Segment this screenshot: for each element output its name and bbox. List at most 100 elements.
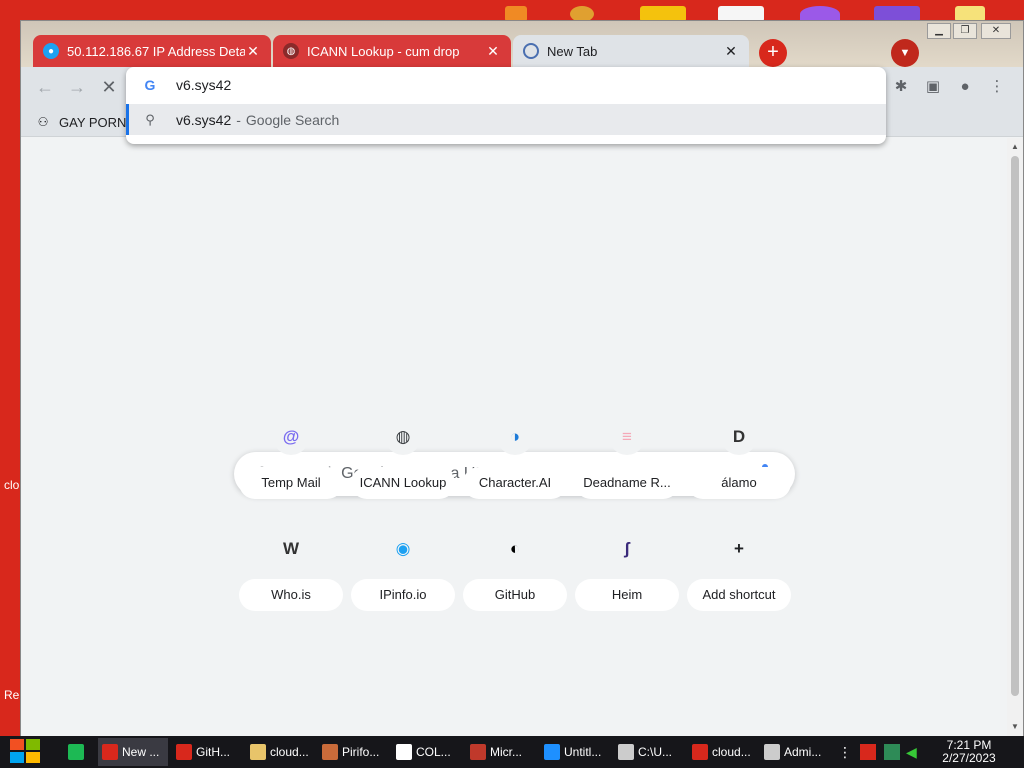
taskbar-item[interactable]: New ...	[98, 738, 168, 766]
shortcut-icon: ≡	[609, 419, 645, 455]
shortcut-icon: +	[721, 531, 757, 567]
chrome-icon	[176, 744, 192, 760]
tab-search-button[interactable]: ▼	[891, 39, 919, 67]
omnibox-dropdown: G v6.sys42 ⚲ v6.sys42 - Google Search	[126, 67, 886, 144]
desktop-label: Re	[4, 688, 20, 702]
desktop-top	[0, 0, 1024, 22]
tab-title: New Tab	[547, 43, 598, 59]
menu-icon[interactable]: ⋮	[987, 77, 1007, 97]
console-icon	[764, 744, 780, 760]
tab-new-tab[interactable]: New Tab ✕	[513, 35, 749, 67]
shortcut-icon: ʃ	[609, 531, 645, 567]
bookmark-item[interactable]: ⚇ GAY PORN	[35, 114, 127, 130]
chrome-icon	[102, 744, 118, 760]
taskbar-item-label: C:\U...	[638, 745, 673, 759]
app-icon	[544, 744, 560, 760]
shortcut-icon: ◉	[385, 531, 421, 567]
overflow-icon[interactable]: ⋮	[838, 744, 852, 760]
console-icon	[618, 744, 634, 760]
shortcut-tile[interactable]: @ Temp Mail	[239, 419, 343, 515]
tab-icann-lookup[interactable]: ◍ ICANN Lookup - cum drop ✕	[273, 35, 511, 67]
shortcut-tile[interactable]: ≡ Deadname R...	[575, 419, 679, 515]
bookmark-site-icon: ⚇	[37, 115, 49, 129]
scroll-down-icon[interactable]: ▼	[1007, 720, 1023, 734]
taskbar-item[interactable]: GitH...	[172, 738, 242, 766]
network-icon[interactable]	[884, 744, 900, 760]
taskbar-item[interactable]: Untitl...	[540, 738, 610, 766]
taskbar-item[interactable]: C:\U...	[614, 738, 684, 766]
shortcut-tile[interactable]: + Add shortcut	[687, 531, 791, 627]
scroll-thumb[interactable]	[1011, 156, 1019, 696]
shortcut-tile[interactable]: ◑ Character.AI	[463, 419, 567, 515]
close-tab-icon[interactable]: ✕	[723, 43, 739, 60]
scroll-up-icon[interactable]: ▲	[1007, 140, 1023, 154]
taskbar-item-label: COL...	[416, 745, 451, 759]
location-pin-icon: ●	[43, 43, 59, 59]
taskbar-item[interactable]: Micr...	[466, 738, 536, 766]
suggestion-engine: Google Search	[245, 111, 340, 128]
shortcut-icon: ◍	[385, 419, 421, 455]
new-tab-button[interactable]: +	[759, 39, 787, 67]
taskbar-item-label: Admi...	[784, 745, 822, 759]
shortcut-label: ICANN Lookup	[351, 467, 455, 499]
page-scrollbar[interactable]: ▲ ▼	[1007, 138, 1023, 736]
system-clock[interactable]: 7:21 PM 2/27/2023	[934, 739, 1004, 765]
taskbar-item[interactable]: cloud...	[246, 738, 314, 766]
new-tab-page: ⚲ Search Google or type a URL @Temp Mail…	[21, 138, 1023, 736]
google-g-icon: G	[144, 77, 156, 93]
shortcut-tile[interactable]: Dálamo	[687, 419, 791, 515]
close-tab-icon[interactable]: ✕	[485, 43, 501, 60]
taskbar-item[interactable]: COL...	[392, 738, 462, 766]
clock-date: 2/27/2023	[942, 751, 996, 765]
shortcut-tile[interactable]: ʃ Heim	[575, 531, 679, 627]
suggestion-query: v6.sys42	[176, 111, 232, 128]
shortcut-label: Deadname R...	[575, 467, 679, 499]
taskbar-item-label: GitH...	[196, 745, 231, 759]
shortcut-icon: @	[273, 419, 309, 455]
close-tab-icon[interactable]: ✕	[245, 43, 261, 60]
flag-icon[interactable]	[860, 744, 876, 760]
folder-icon	[250, 744, 266, 760]
shortcut-label: Heim	[575, 579, 679, 611]
shortcut-tile[interactable]: ◍ ICANN Lookup	[351, 419, 455, 515]
shortcut-label: Who.is	[239, 579, 343, 611]
search-icon: ⚲	[145, 111, 155, 127]
omnibox-input[interactable]: G v6.sys42	[126, 67, 886, 103]
side-panel-icon[interactable]: ▣	[923, 77, 943, 97]
tab-title: 50.112.186.67 IP Address Deta	[67, 43, 245, 59]
minimize-button[interactable]: ▁	[927, 23, 951, 39]
extensions-icon[interactable]: ✱	[891, 77, 911, 97]
app-icon	[692, 744, 708, 760]
desktop-label: clo	[4, 478, 20, 492]
restore-button[interactable]: ❐	[953, 23, 977, 39]
app-icon	[470, 744, 486, 760]
shortcut-tile[interactable]: W Who.is	[239, 531, 343, 627]
shortcut-icon: D	[721, 419, 757, 455]
volume-icon[interactable]: ◀	[906, 744, 922, 760]
forward-icon[interactable]: →	[67, 77, 87, 97]
back-icon[interactable]: ←	[35, 77, 55, 97]
taskbar-item[interactable]: Admi...	[760, 738, 832, 766]
taskbar-item-label: Micr...	[490, 745, 522, 759]
shortcut-label: Add shortcut	[687, 579, 791, 611]
profile-avatar-icon[interactable]: ●	[955, 77, 975, 97]
taskbar-item-label: New ...	[122, 745, 160, 759]
taskbar-item[interactable]	[64, 738, 92, 766]
shortcut-icon: ◑	[497, 419, 533, 455]
chrome-newtab-icon	[523, 43, 539, 59]
suggestion-separator: -	[236, 111, 241, 128]
omnibox-text: v6.sys42	[176, 77, 232, 93]
shortcut-tile[interactable]: ◉ IPinfo.io	[351, 531, 455, 627]
close-window-button[interactable]: ✕	[981, 23, 1011, 39]
shortcut-tile[interactable]: ◐ GitHub	[463, 531, 567, 627]
taskbar-item[interactable]: Pirifo...	[318, 738, 388, 766]
omnibox-suggestion[interactable]: ⚲ v6.sys42 - Google Search	[126, 104, 886, 135]
shortcut-label: Temp Mail	[239, 467, 343, 499]
taskbar: New ... GitH... cloud... Pirifo... COL... Mic…	[0, 736, 1024, 768]
stop-loading-icon[interactable]: ✕	[99, 77, 119, 97]
tab-ip-address[interactable]: ● 50.112.186.67 IP Address Deta ✕	[33, 35, 271, 67]
start-button[interactable]	[10, 739, 44, 765]
shortcut-icon: ◐	[497, 531, 533, 567]
shortcut-label: Character.AI	[463, 467, 567, 499]
taskbar-item[interactable]: cloud...	[688, 738, 756, 766]
